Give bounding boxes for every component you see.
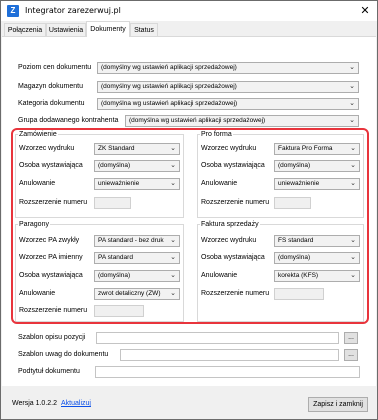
chevron-down-icon: ⌄ (349, 117, 355, 124)
tab-dokumenty[interactable]: Dokumenty (86, 21, 130, 37)
update-link[interactable]: Aktualizuj (61, 399, 91, 409)
chevron-down-icon: ⌄ (349, 83, 355, 90)
kategoria-select[interactable]: (domyślna wg ustawień aplikacji sprzedaż… (97, 98, 359, 110)
podtytul-label: Podtytuł dokumentu (18, 368, 80, 375)
poziom-cen-label: Poziom cen dokumentu (18, 64, 92, 71)
highlight-outline (11, 128, 369, 324)
chevron-down-icon: ⌄ (349, 64, 355, 71)
kategoria-label: Kategoria dokumentu (18, 100, 85, 107)
szablon-uwag-label: Szablon uwag do dokumentu (18, 351, 109, 358)
window-title: Integrator zarezerwuj.pl (25, 6, 121, 15)
szablon-uwag-input[interactable] (120, 349, 339, 361)
chevron-down-icon: ⌄ (349, 100, 355, 107)
szablon-opisu-label: Szablon opisu pozycji (18, 334, 86, 341)
tab-status[interactable]: Status (130, 23, 158, 37)
main-window: Z Integrator zarezerwuj.pl ✕ Połączenia … (0, 0, 378, 420)
poziom-cen-select[interactable]: (domyślny wg ustawień aplikacji sprzedaż… (97, 62, 359, 74)
szablon-opisu-browse-button[interactable]: ... (344, 332, 358, 344)
close-icon[interactable]: ✕ (357, 3, 373, 19)
app-icon: Z (7, 5, 19, 17)
magazyn-label: Magazyn dokumentu (18, 83, 83, 90)
save-close-button[interactable]: Zapisz i zamknij (308, 397, 368, 412)
grupa-kontrahenta-select[interactable]: (domyślna wg ustawień aplikacji sprzedaż… (125, 115, 359, 127)
tab-polaczenia[interactable]: Połączenia (4, 23, 46, 37)
grupa-kontrahenta-label: Grupa dodawanego kontrahenta (18, 117, 119, 124)
tab-ustawienia[interactable]: Ustawienia (46, 23, 86, 37)
podtytul-input[interactable] (95, 366, 360, 378)
magazyn-select[interactable]: (domyślny wg ustawień aplikacji sprzedaż… (97, 81, 359, 93)
tab-strip: Połączenia Ustawienia Dokumenty Status (1, 21, 377, 37)
version-label: Wersja 1.0.2.2 (12, 400, 58, 407)
szablon-opisu-input[interactable] (96, 332, 339, 344)
title-bar: Z Integrator zarezerwuj.pl ✕ (1, 1, 377, 21)
szablon-uwag-browse-button[interactable]: ... (344, 349, 358, 361)
